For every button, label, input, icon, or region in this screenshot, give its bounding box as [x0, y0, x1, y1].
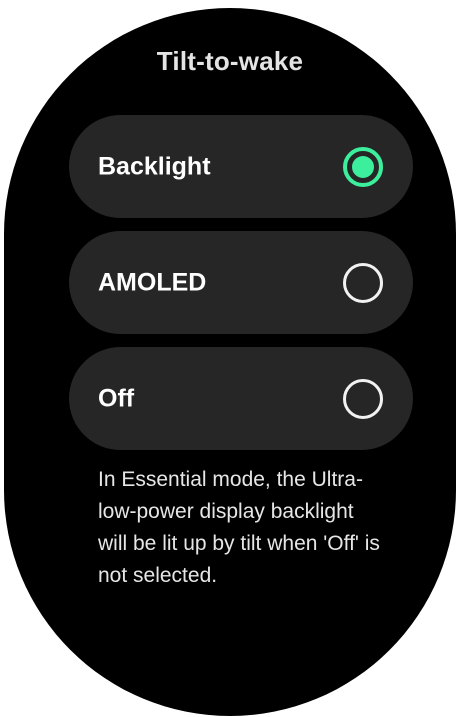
- radio-dot-icon: [352, 155, 374, 178]
- option-label: AMOLED: [98, 268, 207, 296]
- radio-unselected-icon[interactable]: [343, 378, 383, 419]
- option-label: Off: [98, 384, 135, 412]
- description-text: In Essential mode, the Ultra-low-power d…: [98, 468, 380, 587]
- option-backlight[interactable]: Backlight: [69, 115, 413, 218]
- screen-title: Tilt-to-wake: [156, 46, 304, 76]
- option-off[interactable]: Off: [69, 347, 413, 450]
- radio-unselected-icon[interactable]: [343, 262, 383, 303]
- radio-selected-icon[interactable]: [343, 146, 383, 187]
- option-label: Backlight: [98, 152, 211, 180]
- option-amoled[interactable]: AMOLED: [69, 231, 413, 334]
- watch-face: Tilt-to-wake Backlight AMOLED Off In Ess…: [4, 8, 456, 716]
